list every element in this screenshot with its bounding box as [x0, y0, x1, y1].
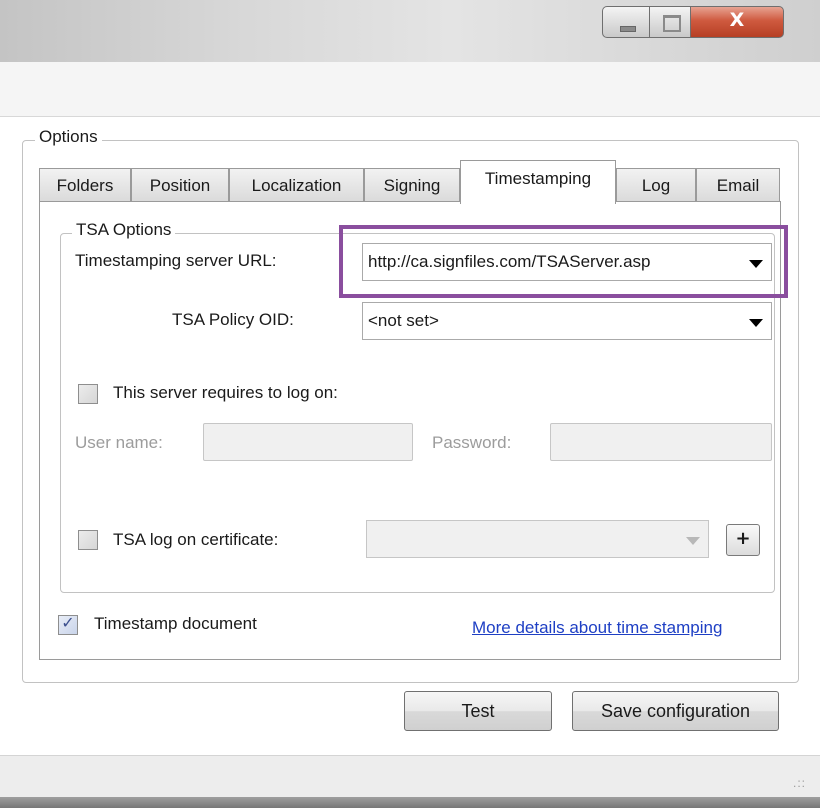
password-field[interactable]: [550, 423, 772, 461]
requires-logon-label: This server requires to log on:: [113, 383, 338, 402]
password-label: Password:: [432, 433, 512, 452]
checkmark-icon: ✓: [61, 613, 75, 632]
cert-label: TSA log on certificate:: [113, 530, 279, 549]
policy-oid-dropdown[interactable]: <not set>: [362, 302, 772, 340]
server-url-label: Timestamping server URL:: [75, 251, 277, 270]
policy-oid-label: TSA Policy OID:: [172, 310, 294, 329]
highlight-annotation: [339, 225, 788, 298]
timestamp-document-label: Timestamp document: [94, 614, 257, 633]
policy-oid-value: <not set>: [368, 311, 439, 330]
details-link[interactable]: More details about time stamping: [472, 618, 722, 638]
plus-icon: +: [735, 528, 751, 549]
add-certificate-button[interactable]: +: [726, 524, 760, 556]
username-label: User name:: [75, 433, 163, 452]
cert-dropdown[interactable]: [366, 520, 709, 558]
chevron-down-icon: [686, 537, 700, 545]
timestamp-document-checkbox[interactable]: ✓: [58, 613, 78, 635]
tsa-options-content: Timestamping server URL: http://ca.signf…: [0, 0, 820, 808]
chevron-down-icon: [749, 319, 763, 327]
cert-checkbox[interactable]: [78, 530, 98, 550]
username-field[interactable]: [203, 423, 413, 461]
requires-logon-checkbox[interactable]: [78, 384, 98, 404]
